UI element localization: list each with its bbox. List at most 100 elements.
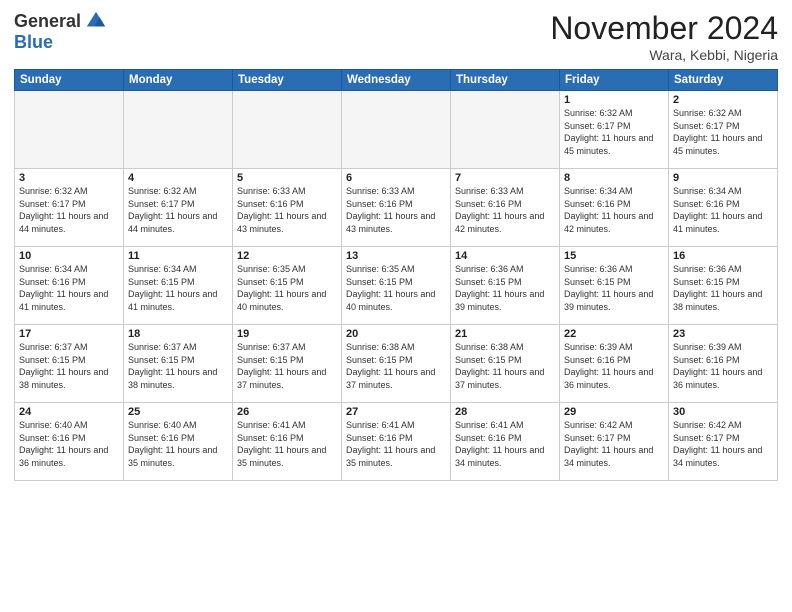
- calendar-cell: [15, 91, 124, 169]
- calendar-cell: 27Sunrise: 6:41 AM Sunset: 6:16 PM Dayli…: [342, 403, 451, 481]
- calendar-cell: 24Sunrise: 6:40 AM Sunset: 6:16 PM Dayli…: [15, 403, 124, 481]
- logo: General Blue: [14, 10, 107, 53]
- day-number: 22: [564, 328, 664, 340]
- day-info: Sunrise: 6:33 AM Sunset: 6:16 PM Dayligh…: [237, 185, 337, 235]
- calendar-cell: 8Sunrise: 6:34 AM Sunset: 6:16 PM Daylig…: [560, 169, 669, 247]
- calendar-week-row: 17Sunrise: 6:37 AM Sunset: 6:15 PM Dayli…: [15, 325, 778, 403]
- day-info: Sunrise: 6:32 AM Sunset: 6:17 PM Dayligh…: [19, 185, 119, 235]
- day-info: Sunrise: 6:32 AM Sunset: 6:17 PM Dayligh…: [564, 107, 664, 157]
- calendar-week-row: 10Sunrise: 6:34 AM Sunset: 6:16 PM Dayli…: [15, 247, 778, 325]
- calendar-cell: 9Sunrise: 6:34 AM Sunset: 6:16 PM Daylig…: [669, 169, 778, 247]
- calendar-cell: 1Sunrise: 6:32 AM Sunset: 6:17 PM Daylig…: [560, 91, 669, 169]
- logo-general-text: General: [14, 11, 81, 32]
- day-info: Sunrise: 6:34 AM Sunset: 6:15 PM Dayligh…: [128, 263, 228, 313]
- calendar-cell: 29Sunrise: 6:42 AM Sunset: 6:17 PM Dayli…: [560, 403, 669, 481]
- day-number: 18: [128, 328, 228, 340]
- title-section: November 2024 Wara, Kebbi, Nigeria: [550, 10, 778, 63]
- day-info: Sunrise: 6:41 AM Sunset: 6:16 PM Dayligh…: [346, 419, 446, 469]
- day-info: Sunrise: 6:32 AM Sunset: 6:17 PM Dayligh…: [673, 107, 773, 157]
- calendar-cell: 25Sunrise: 6:40 AM Sunset: 6:16 PM Dayli…: [124, 403, 233, 481]
- calendar-cell: 18Sunrise: 6:37 AM Sunset: 6:15 PM Dayli…: [124, 325, 233, 403]
- calendar-cell: 14Sunrise: 6:36 AM Sunset: 6:15 PM Dayli…: [451, 247, 560, 325]
- day-info: Sunrise: 6:34 AM Sunset: 6:16 PM Dayligh…: [564, 185, 664, 235]
- calendar-cell: 17Sunrise: 6:37 AM Sunset: 6:15 PM Dayli…: [15, 325, 124, 403]
- day-info: Sunrise: 6:39 AM Sunset: 6:16 PM Dayligh…: [564, 341, 664, 391]
- day-info: Sunrise: 6:42 AM Sunset: 6:17 PM Dayligh…: [564, 419, 664, 469]
- day-number: 3: [19, 172, 119, 184]
- day-number: 20: [346, 328, 446, 340]
- calendar-cell: 26Sunrise: 6:41 AM Sunset: 6:16 PM Dayli…: [233, 403, 342, 481]
- day-info: Sunrise: 6:41 AM Sunset: 6:16 PM Dayligh…: [455, 419, 555, 469]
- calendar-cell: 3Sunrise: 6:32 AM Sunset: 6:17 PM Daylig…: [15, 169, 124, 247]
- calendar-cell: 23Sunrise: 6:39 AM Sunset: 6:16 PM Dayli…: [669, 325, 778, 403]
- day-number: 26: [237, 406, 337, 418]
- day-number: 10: [19, 250, 119, 262]
- day-info: Sunrise: 6:34 AM Sunset: 6:16 PM Dayligh…: [673, 185, 773, 235]
- calendar-cell: 19Sunrise: 6:37 AM Sunset: 6:15 PM Dayli…: [233, 325, 342, 403]
- calendar-cell: 22Sunrise: 6:39 AM Sunset: 6:16 PM Dayli…: [560, 325, 669, 403]
- calendar-cell: 7Sunrise: 6:33 AM Sunset: 6:16 PM Daylig…: [451, 169, 560, 247]
- day-number: 8: [564, 172, 664, 184]
- weekday-header: Friday: [560, 70, 669, 91]
- logo-icon: [85, 10, 107, 32]
- calendar-cell: 6Sunrise: 6:33 AM Sunset: 6:16 PM Daylig…: [342, 169, 451, 247]
- day-info: Sunrise: 6:34 AM Sunset: 6:16 PM Dayligh…: [19, 263, 119, 313]
- weekday-header: Monday: [124, 70, 233, 91]
- day-number: 13: [346, 250, 446, 262]
- day-number: 23: [673, 328, 773, 340]
- day-number: 21: [455, 328, 555, 340]
- day-info: Sunrise: 6:32 AM Sunset: 6:17 PM Dayligh…: [128, 185, 228, 235]
- day-info: Sunrise: 6:38 AM Sunset: 6:15 PM Dayligh…: [346, 341, 446, 391]
- day-info: Sunrise: 6:41 AM Sunset: 6:16 PM Dayligh…: [237, 419, 337, 469]
- calendar-cell: 30Sunrise: 6:42 AM Sunset: 6:17 PM Dayli…: [669, 403, 778, 481]
- day-number: 19: [237, 328, 337, 340]
- day-info: Sunrise: 6:38 AM Sunset: 6:15 PM Dayligh…: [455, 341, 555, 391]
- calendar-table: SundayMondayTuesdayWednesdayThursdayFrid…: [14, 69, 778, 481]
- logo-blue-text: Blue: [14, 32, 53, 53]
- calendar-week-row: 24Sunrise: 6:40 AM Sunset: 6:16 PM Dayli…: [15, 403, 778, 481]
- day-info: Sunrise: 6:36 AM Sunset: 6:15 PM Dayligh…: [455, 263, 555, 313]
- calendar-cell: 21Sunrise: 6:38 AM Sunset: 6:15 PM Dayli…: [451, 325, 560, 403]
- day-info: Sunrise: 6:33 AM Sunset: 6:16 PM Dayligh…: [455, 185, 555, 235]
- calendar-week-row: 3Sunrise: 6:32 AM Sunset: 6:17 PM Daylig…: [15, 169, 778, 247]
- calendar-subtitle: Wara, Kebbi, Nigeria: [550, 47, 778, 63]
- calendar-cell: 4Sunrise: 6:32 AM Sunset: 6:17 PM Daylig…: [124, 169, 233, 247]
- day-number: 9: [673, 172, 773, 184]
- page: General Blue November 2024 Wara, Kebbi, …: [0, 0, 792, 612]
- day-number: 1: [564, 94, 664, 106]
- weekday-header: Wednesday: [342, 70, 451, 91]
- day-number: 2: [673, 94, 773, 106]
- calendar-cell: 12Sunrise: 6:35 AM Sunset: 6:15 PM Dayli…: [233, 247, 342, 325]
- day-info: Sunrise: 6:39 AM Sunset: 6:16 PM Dayligh…: [673, 341, 773, 391]
- calendar-cell: [342, 91, 451, 169]
- day-number: 12: [237, 250, 337, 262]
- day-number: 14: [455, 250, 555, 262]
- calendar-cell: 5Sunrise: 6:33 AM Sunset: 6:16 PM Daylig…: [233, 169, 342, 247]
- day-number: 4: [128, 172, 228, 184]
- calendar-cell: 11Sunrise: 6:34 AM Sunset: 6:15 PM Dayli…: [124, 247, 233, 325]
- day-info: Sunrise: 6:33 AM Sunset: 6:16 PM Dayligh…: [346, 185, 446, 235]
- day-number: 5: [237, 172, 337, 184]
- day-info: Sunrise: 6:36 AM Sunset: 6:15 PM Dayligh…: [673, 263, 773, 313]
- day-number: 27: [346, 406, 446, 418]
- day-number: 29: [564, 406, 664, 418]
- day-number: 30: [673, 406, 773, 418]
- day-info: Sunrise: 6:37 AM Sunset: 6:15 PM Dayligh…: [19, 341, 119, 391]
- day-number: 11: [128, 250, 228, 262]
- day-number: 6: [346, 172, 446, 184]
- day-number: 7: [455, 172, 555, 184]
- day-info: Sunrise: 6:42 AM Sunset: 6:17 PM Dayligh…: [673, 419, 773, 469]
- calendar-cell: 2Sunrise: 6:32 AM Sunset: 6:17 PM Daylig…: [669, 91, 778, 169]
- day-info: Sunrise: 6:36 AM Sunset: 6:15 PM Dayligh…: [564, 263, 664, 313]
- calendar-cell: 28Sunrise: 6:41 AM Sunset: 6:16 PM Dayli…: [451, 403, 560, 481]
- day-number: 25: [128, 406, 228, 418]
- calendar-cell: [124, 91, 233, 169]
- calendar-cell: [233, 91, 342, 169]
- day-info: Sunrise: 6:37 AM Sunset: 6:15 PM Dayligh…: [128, 341, 228, 391]
- day-number: 24: [19, 406, 119, 418]
- calendar-title: November 2024: [550, 10, 778, 47]
- calendar-cell: 20Sunrise: 6:38 AM Sunset: 6:15 PM Dayli…: [342, 325, 451, 403]
- day-number: 15: [564, 250, 664, 262]
- calendar-cell: 16Sunrise: 6:36 AM Sunset: 6:15 PM Dayli…: [669, 247, 778, 325]
- calendar-cell: 13Sunrise: 6:35 AM Sunset: 6:15 PM Dayli…: [342, 247, 451, 325]
